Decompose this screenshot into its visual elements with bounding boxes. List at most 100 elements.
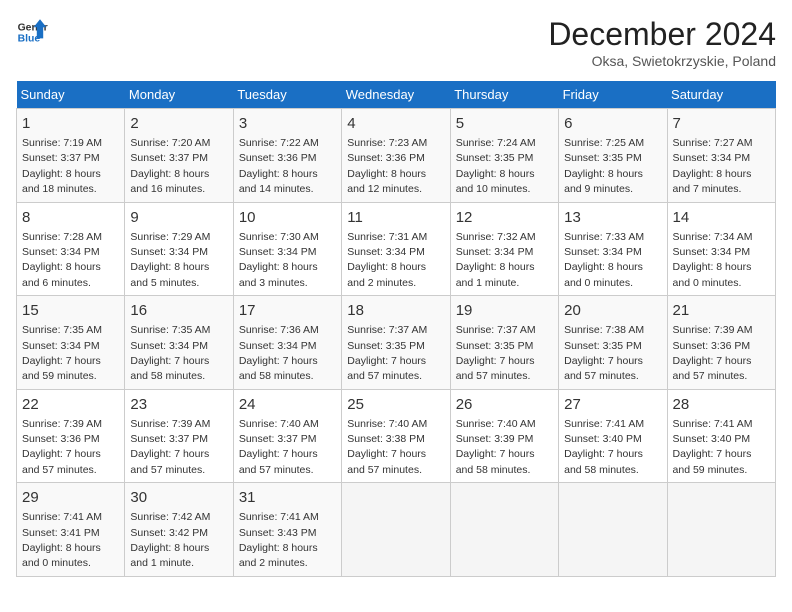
day-number: 18 <box>347 300 444 321</box>
day-number: 6 <box>564 113 661 134</box>
calendar-cell: 13 Sunrise: 7:33 AMSunset: 3:34 PMDayligh… <box>559 202 667 296</box>
day-info: Sunrise: 7:42 AMSunset: 3:42 PMDaylight:… <box>130 511 210 569</box>
calendar-cell: 22Sunrise: 7:39 AMSunset: 3:36 PMDayligh… <box>17 389 125 483</box>
header-friday: Friday <box>559 81 667 109</box>
day-number: 13 <box>564 207 661 228</box>
calendar-week-5: 29 Sunrise: 7:41 AMSunset: 3:41 PMDayligh… <box>17 483 776 577</box>
day-number: 7 <box>673 113 770 134</box>
page-header: General Blue December 2024 Oksa, Swietok… <box>16 16 776 69</box>
header-tuesday: Tuesday <box>233 81 341 109</box>
calendar-cell: 12 Sunrise: 7:32 AMSunset: 3:34 PMDayligh… <box>450 202 558 296</box>
calendar-cell: 15 Sunrise: 7:35 AMSunset: 3:34 PMDayligh… <box>17 296 125 390</box>
calendar-cell: 5 Sunrise: 7:24 AMSunset: 3:35 PMDaylight… <box>450 109 558 203</box>
day-number: 11 <box>347 207 444 228</box>
day-number: 15 <box>22 300 119 321</box>
header-sunday: Sunday <box>17 81 125 109</box>
day-info: Sunrise: 7:37 AMSunset: 3:35 PMDaylight:… <box>456 324 536 382</box>
header-monday: Monday <box>125 81 233 109</box>
calendar-cell <box>667 483 775 577</box>
day-number: 4 <box>347 113 444 134</box>
calendar-cell: 24 Sunrise: 7:40 AMSunset: 3:37 PMDayligh… <box>233 389 341 483</box>
header-thursday: Thursday <box>450 81 558 109</box>
calendar-cell: 18Sunrise: 7:37 AMSunset: 3:35 PMDayligh… <box>342 296 450 390</box>
day-info: Sunrise: 7:25 AMSunset: 3:35 PMDaylight:… <box>564 137 644 195</box>
logo-icon: General Blue <box>16 16 48 48</box>
calendar-cell: 29 Sunrise: 7:41 AMSunset: 3:41 PMDayligh… <box>17 483 125 577</box>
day-info: Sunrise: 7:39 AMSunset: 3:36 PMDaylight:… <box>22 418 102 476</box>
day-number: 31 <box>239 487 336 508</box>
calendar-cell: 19 Sunrise: 7:37 AMSunset: 3:35 PMDayligh… <box>450 296 558 390</box>
day-number: 26 <box>456 394 553 415</box>
day-info: Sunrise: 7:20 AMSunset: 3:37 PMDaylight:… <box>130 137 210 195</box>
month-year-title: December 2024 <box>548 16 776 53</box>
day-info: Sunrise: 7:29 AMSunset: 3:34 PMDaylight:… <box>130 231 210 289</box>
day-info: Sunrise: 7:40 AMSunset: 3:38 PMDaylight:… <box>347 418 427 476</box>
calendar-cell: 17 Sunrise: 7:36 AMSunset: 3:34 PMDayligh… <box>233 296 341 390</box>
calendar-cell: 8 Sunrise: 7:28 AMSunset: 3:34 PMDaylight… <box>17 202 125 296</box>
calendar-cell: 16Sunrise: 7:35 AMSunset: 3:34 PMDayligh… <box>125 296 233 390</box>
header-wednesday: Wednesday <box>342 81 450 109</box>
day-info: Sunrise: 7:35 AMSunset: 3:34 PMDaylight:… <box>130 324 210 382</box>
calendar-cell: 21Sunrise: 7:39 AMSunset: 3:36 PMDayligh… <box>667 296 775 390</box>
day-info: Sunrise: 7:34 AMSunset: 3:34 PMDaylight:… <box>673 231 753 289</box>
day-number: 19 <box>456 300 553 321</box>
header-saturday: Saturday <box>667 81 775 109</box>
day-number: 12 <box>456 207 553 228</box>
day-info: Sunrise: 7:39 AMSunset: 3:37 PMDaylight:… <box>130 418 210 476</box>
location-subtitle: Oksa, Swietokrzyskie, Poland <box>548 53 776 69</box>
day-info: Sunrise: 7:40 AMSunset: 3:37 PMDaylight:… <box>239 418 319 476</box>
day-info: Sunrise: 7:24 AMSunset: 3:35 PMDaylight:… <box>456 137 536 195</box>
day-number: 8 <box>22 207 119 228</box>
title-block: December 2024 Oksa, Swietokrzyskie, Pola… <box>548 16 776 69</box>
calendar-cell: 23Sunrise: 7:39 AMSunset: 3:37 PMDayligh… <box>125 389 233 483</box>
day-info: Sunrise: 7:30 AMSunset: 3:34 PMDaylight:… <box>239 231 319 289</box>
day-info: Sunrise: 7:22 AMSunset: 3:36 PMDaylight:… <box>239 137 319 195</box>
day-info: Sunrise: 7:41 AMSunset: 3:41 PMDaylight:… <box>22 511 102 569</box>
day-number: 2 <box>130 113 227 134</box>
calendar-table: SundayMondayTuesdayWednesdayThursdayFrid… <box>16 81 776 577</box>
day-number: 29 <box>22 487 119 508</box>
calendar-cell: 28Sunrise: 7:41 AMSunset: 3:40 PMDayligh… <box>667 389 775 483</box>
day-number: 17 <box>239 300 336 321</box>
calendar-cell: 6 Sunrise: 7:25 AMSunset: 3:35 PMDaylight… <box>559 109 667 203</box>
day-number: 10 <box>239 207 336 228</box>
calendar-cell: 10 Sunrise: 7:30 AMSunset: 3:34 PMDayligh… <box>233 202 341 296</box>
calendar-cell <box>450 483 558 577</box>
day-info: Sunrise: 7:33 AMSunset: 3:34 PMDaylight:… <box>564 231 644 289</box>
day-number: 28 <box>673 394 770 415</box>
calendar-cell: 9 Sunrise: 7:29 AMSunset: 3:34 PMDaylight… <box>125 202 233 296</box>
day-info: Sunrise: 7:32 AMSunset: 3:34 PMDaylight:… <box>456 231 536 289</box>
calendar-cell <box>559 483 667 577</box>
day-info: Sunrise: 7:35 AMSunset: 3:34 PMDaylight:… <box>22 324 102 382</box>
day-number: 3 <box>239 113 336 134</box>
calendar-cell: 3 Sunrise: 7:22 AMSunset: 3:36 PMDaylight… <box>233 109 341 203</box>
day-number: 24 <box>239 394 336 415</box>
calendar-cell: 25 Sunrise: 7:40 AMSunset: 3:38 PMDayligh… <box>342 389 450 483</box>
logo: General Blue <box>16 16 48 48</box>
calendar-cell: 26 Sunrise: 7:40 AMSunset: 3:39 PMDayligh… <box>450 389 558 483</box>
day-info: Sunrise: 7:41 AMSunset: 3:43 PMDaylight:… <box>239 511 319 569</box>
calendar-cell: 7Sunrise: 7:27 AMSunset: 3:34 PMDaylight… <box>667 109 775 203</box>
calendar-cell: 14 Sunrise: 7:34 AMSunset: 3:34 PMDayligh… <box>667 202 775 296</box>
calendar-week-1: 1Sunrise: 7:19 AMSunset: 3:37 PMDaylight… <box>17 109 776 203</box>
day-info: Sunrise: 7:31 AMSunset: 3:34 PMDaylight:… <box>347 231 427 289</box>
day-number: 1 <box>22 113 119 134</box>
calendar-cell: 27 Sunrise: 7:41 AMSunset: 3:40 PMDayligh… <box>559 389 667 483</box>
day-number: 25 <box>347 394 444 415</box>
day-info: Sunrise: 7:23 AMSunset: 3:36 PMDaylight:… <box>347 137 427 195</box>
day-number: 30 <box>130 487 227 508</box>
day-info: Sunrise: 7:36 AMSunset: 3:34 PMDaylight:… <box>239 324 319 382</box>
day-info: Sunrise: 7:41 AMSunset: 3:40 PMDaylight:… <box>564 418 644 476</box>
calendar-week-4: 22Sunrise: 7:39 AMSunset: 3:36 PMDayligh… <box>17 389 776 483</box>
day-number: 5 <box>456 113 553 134</box>
day-number: 21 <box>673 300 770 321</box>
calendar-cell: 20Sunrise: 7:38 AMSunset: 3:35 PMDayligh… <box>559 296 667 390</box>
calendar-cell: 2 Sunrise: 7:20 AMSunset: 3:37 PMDaylight… <box>125 109 233 203</box>
day-info: Sunrise: 7:40 AMSunset: 3:39 PMDaylight:… <box>456 418 536 476</box>
calendar-header-row: SundayMondayTuesdayWednesdayThursdayFrid… <box>17 81 776 109</box>
calendar-cell <box>342 483 450 577</box>
day-info: Sunrise: 7:28 AMSunset: 3:34 PMDaylight:… <box>22 231 102 289</box>
day-number: 14 <box>673 207 770 228</box>
day-number: 27 <box>564 394 661 415</box>
day-number: 9 <box>130 207 227 228</box>
